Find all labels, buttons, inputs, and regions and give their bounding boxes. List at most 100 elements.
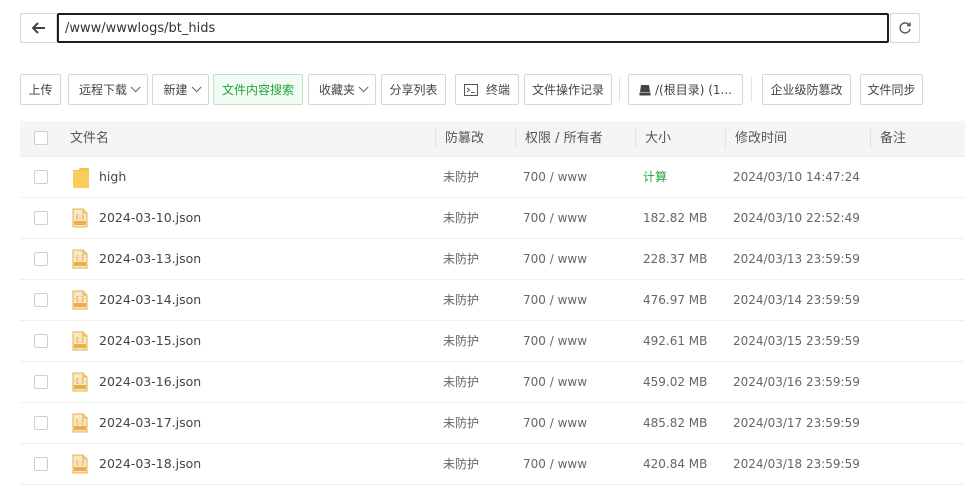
row-checkbox[interactable]	[34, 375, 48, 389]
file-name[interactable]: 2024-03-13.json	[99, 239, 201, 279]
file-name[interactable]: 2024-03-15.json	[99, 321, 201, 361]
terminal-icon	[463, 83, 478, 96]
protect-status[interactable]: 未防护	[443, 280, 479, 320]
json-file-icon: {:}	[72, 290, 90, 312]
protect-status[interactable]: 未防护	[443, 362, 479, 402]
row-checkbox[interactable]	[34, 293, 48, 307]
modified-time: 2024/03/10 14:47:24	[733, 170, 860, 184]
header-filename[interactable]: 文件名	[70, 121, 109, 156]
file-name[interactable]: high	[99, 157, 126, 197]
row-checkbox[interactable]	[34, 170, 48, 184]
modified-time: 2024/03/16 23:59:59	[733, 375, 860, 389]
table-row[interactable]: high 未防护 700 / www 计算 2024/03/10 14:47:24	[20, 157, 965, 198]
permission-owner[interactable]: 700 / www	[523, 403, 587, 443]
permission-owner[interactable]: 700 / www	[523, 157, 587, 197]
folder-icon	[72, 167, 90, 189]
column-divider	[725, 129, 726, 149]
header-mtime[interactable]: 修改时间	[735, 121, 787, 156]
share-list-button[interactable]: 分享列表	[381, 74, 446, 105]
svg-text:{:}: {:}	[75, 460, 85, 467]
favorites-label: 收藏夹	[318, 83, 355, 97]
table-header: 文件名 防篡改 权限 / 所有者 大小 修改时间 备注	[20, 121, 965, 157]
permission-owner[interactable]: 700 / www	[523, 362, 587, 402]
row-checkbox[interactable]	[34, 416, 48, 430]
disk-button[interactable]: /(根目录) (1...	[628, 74, 743, 105]
disk-icon	[639, 84, 651, 95]
json-file-icon: {:}	[72, 372, 90, 394]
permission-owner[interactable]: 700 / www	[523, 198, 587, 238]
path-input[interactable]	[57, 13, 889, 43]
modified-time: 2024/03/10 22:52:49	[733, 211, 860, 225]
row-checkbox[interactable]	[34, 252, 48, 266]
protect-status[interactable]: 未防护	[443, 444, 479, 484]
calc-size-link[interactable]: 计算	[643, 157, 667, 197]
modified-time: 2024/03/17 23:59:59	[733, 416, 860, 430]
file-size: 182.82 MB	[643, 211, 708, 225]
content-search-button[interactable]: 文件内容搜索	[213, 74, 303, 105]
back-button[interactable]	[20, 13, 57, 43]
protect-status[interactable]: 未防护	[443, 198, 479, 238]
protect-status[interactable]: 未防护	[443, 239, 479, 279]
file-name[interactable]: 2024-03-17.json	[99, 403, 201, 443]
upload-button[interactable]: 上传	[20, 74, 61, 105]
file-sync-label: 文件同步	[867, 83, 916, 97]
row-checkbox[interactable]	[34, 457, 48, 471]
json-file-icon: {:}	[72, 454, 90, 476]
header-size[interactable]: 大小	[645, 121, 671, 156]
table-row[interactable]: {:} 2024-03-16.json 未防护 700 / www 459.02 MB 2…	[20, 362, 965, 403]
operation-log-label: 文件操作记录	[531, 83, 604, 97]
table-body: high 未防护 700 / www 计算 2024/03/10 14:47:24 {:}…	[20, 157, 965, 485]
modified-time: 2024/03/18 23:59:59	[733, 457, 860, 471]
permission-owner[interactable]: 700 / www	[523, 444, 587, 484]
header-permission[interactable]: 权限 / 所有者	[525, 121, 603, 156]
upload-label: 上传	[28, 83, 53, 97]
file-size: 459.02 MB	[643, 375, 708, 389]
file-name[interactable]: 2024-03-16.json	[99, 362, 201, 402]
toolbar-divider	[619, 77, 620, 102]
column-divider	[515, 129, 516, 149]
chevron-down-icon	[191, 82, 202, 93]
row-checkbox[interactable]	[34, 334, 48, 348]
row-checkbox[interactable]	[34, 211, 48, 225]
permission-owner[interactable]: 700 / www	[523, 239, 587, 279]
file-table: 文件名 防篡改 权限 / 所有者 大小 修改时间 备注 high 未防护 700 /…	[20, 121, 965, 485]
operation-log-button[interactable]: 文件操作记录	[524, 74, 612, 105]
remote-download-button[interactable]: 远程下载	[68, 74, 148, 105]
arrow-left-icon	[31, 22, 45, 34]
table-row[interactable]: {:} 2024-03-18.json 未防护 700 / www 420.84 MB 2…	[20, 444, 965, 485]
select-all-checkbox[interactable]	[34, 131, 48, 145]
table-row[interactable]: {:} 2024-03-17.json 未防护 700 / www 485.82 MB 2…	[20, 403, 965, 444]
table-row[interactable]: {:} 2024-03-10.json 未防护 700 / www 182.82 MB 2…	[20, 198, 965, 239]
modified-time: 2024/03/14 23:59:59	[733, 293, 860, 307]
table-row[interactable]: {:} 2024-03-14.json 未防护 700 / www 476.97 MB 2…	[20, 280, 965, 321]
file-name[interactable]: 2024-03-14.json	[99, 280, 201, 320]
table-row[interactable]: {:} 2024-03-15.json 未防护 700 / www 492.61 MB 2…	[20, 321, 965, 362]
svg-text:{:}: {:}	[75, 255, 85, 262]
terminal-label: 终端	[485, 83, 510, 97]
share-list-label: 分享列表	[389, 83, 438, 97]
protect-status[interactable]: 未防护	[443, 157, 479, 197]
json-file-icon: {:}	[72, 208, 90, 230]
json-file-icon: {:}	[72, 249, 90, 271]
protect-status[interactable]: 未防护	[443, 403, 479, 443]
refresh-button[interactable]	[890, 13, 920, 43]
svg-text:{:}: {:}	[75, 296, 85, 303]
favorites-button[interactable]: 收藏夹	[308, 74, 376, 105]
disk-label: /(根目录) (1...	[655, 83, 732, 97]
svg-text:{:}: {:}	[75, 419, 85, 426]
permission-owner[interactable]: 700 / www	[523, 321, 587, 361]
chevron-down-icon	[130, 82, 141, 93]
file-name[interactable]: 2024-03-18.json	[99, 444, 201, 484]
protect-status[interactable]: 未防护	[443, 321, 479, 361]
tamper-proof-label: 企业级防篡改	[770, 83, 843, 97]
permission-owner[interactable]: 700 / www	[523, 280, 587, 320]
file-sync-button[interactable]: 文件同步	[860, 74, 923, 105]
terminal-button[interactable]: 终端	[455, 74, 519, 105]
file-name[interactable]: 2024-03-10.json	[99, 198, 201, 238]
header-protect[interactable]: 防篡改	[445, 121, 484, 156]
new-label: 新建	[163, 83, 188, 97]
new-button[interactable]: 新建	[152, 74, 209, 105]
table-row[interactable]: {:} 2024-03-13.json 未防护 700 / www 228.37 MB 2…	[20, 239, 965, 280]
file-size: 485.82 MB	[643, 416, 708, 430]
tamper-proof-button[interactable]: 企业级防篡改	[762, 74, 851, 105]
